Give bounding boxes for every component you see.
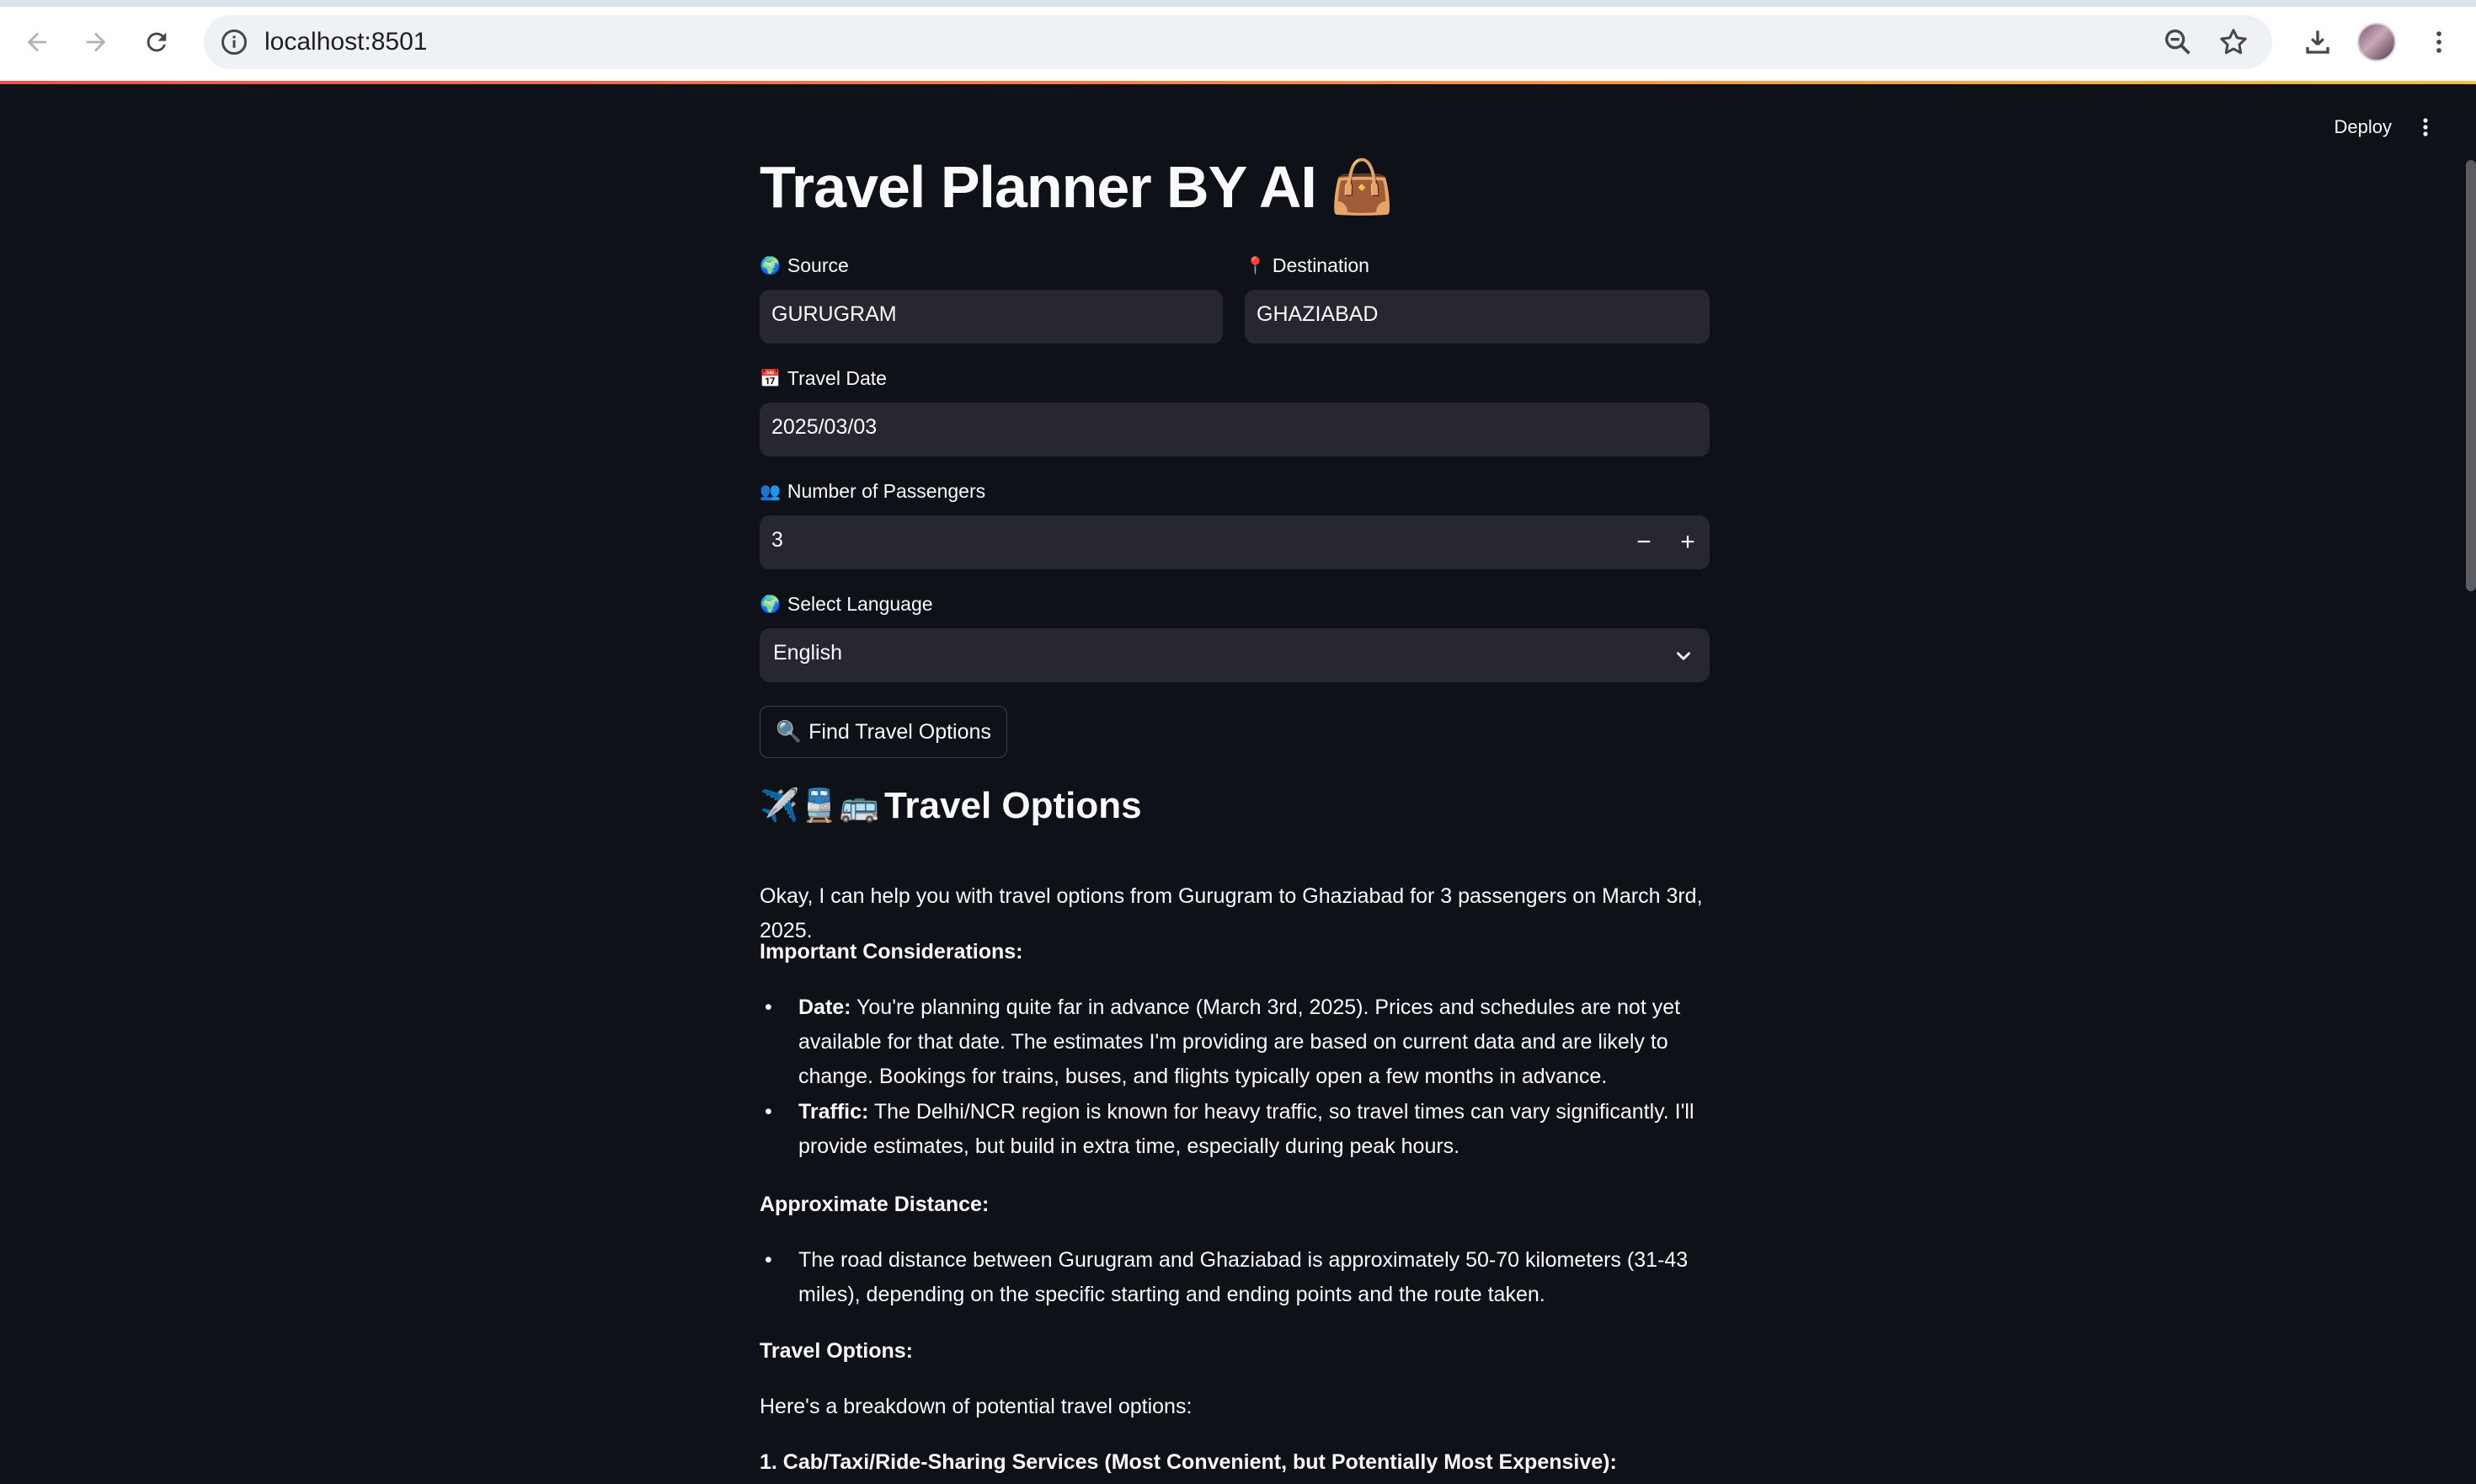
list-item: • Traffic: The Delhi/NCR region is known… [765, 1100, 1694, 1158]
travel-date-input[interactable]: 2025/03/03 [760, 403, 1710, 456]
source-label-text: Source [787, 254, 849, 276]
decrement-button[interactable]: − [1622, 515, 1666, 569]
list-item-text: You're planning quite far in advance (Ma… [798, 996, 1681, 1088]
people-icon: 👥 [760, 483, 781, 501]
results-heading: ✈️🚆🚌 Travel Options [760, 785, 1142, 827]
back-button[interactable] [13, 19, 61, 66]
reload-icon [147, 32, 167, 52]
travel-date-label-text: Travel Date [787, 367, 887, 389]
destination-label-text: Destination [1272, 254, 1369, 276]
language-selected-value[interactable]: English [773, 641, 842, 665]
chevron-down-icon[interactable] [1673, 645, 1694, 667]
tab-strip-edge [0, 0, 2476, 7]
destination-label: 📍 Destination [1245, 254, 1369, 277]
magnifier-icon: 🔍 [776, 719, 803, 744]
source-input[interactable]: GURUGRAM [760, 290, 1223, 344]
list-item-term: Date: [798, 996, 851, 1019]
page-title-text: Travel Planner BY AI [760, 154, 1317, 220]
download-icon [2306, 30, 2329, 54]
option-1-heading: 1. Cab/Taxi/Ride-Sharing Services (Most … [760, 1450, 1617, 1474]
address-bar[interactable]: localhost:8501 [204, 15, 2272, 69]
list-item-text: The Delhi/NCR region is known for heavy … [798, 1100, 1694, 1158]
handbag-icon: 👜 [1329, 157, 1395, 216]
calendar-icon: 📅 [760, 370, 781, 388]
considerations-heading: Important Considerations: [760, 940, 1023, 964]
browser-chrome: localhost:8501 [0, 0, 2476, 84]
language-select[interactable]: English [760, 628, 1710, 682]
options-intro: Here's a breakdown of potential travel o… [760, 1395, 1193, 1418]
list-item: • Date: You're planning quite far in adv… [765, 996, 1681, 1088]
travel-date-label: 📅 Travel Date [760, 367, 887, 390]
reload-button[interactable] [133, 19, 180, 66]
increment-button[interactable]: + [1666, 515, 1710, 569]
page-scrollbar[interactable] [2466, 160, 2476, 591]
travel-date-value[interactable]: 2025/03/03 [771, 415, 877, 440]
passengers-label-text: Number of Passengers [787, 480, 986, 502]
profile-button[interactable] [2353, 19, 2400, 66]
destination-value[interactable]: GHAZIABAD [1257, 302, 1378, 327]
globe-icon: 🌍 [760, 595, 781, 614]
plane-train-bus-icon: ✈️🚆🚌 [760, 788, 879, 824]
main-menu-icon[interactable] [2415, 115, 2436, 140]
downloads-button[interactable] [2294, 19, 2341, 66]
forward-button[interactable] [72, 19, 120, 66]
source-value[interactable]: GURUGRAM [771, 302, 897, 327]
page-title: Travel Planner BY AI 👜 [760, 153, 1395, 221]
deploy-button[interactable]: Deploy [2335, 116, 2392, 138]
bookmark-star-icon[interactable] [2217, 25, 2250, 59]
list-item-text: The road distance between Gurugram and G… [798, 1248, 1689, 1306]
list-item-term: Traffic: [798, 1100, 869, 1124]
language-label-text: Select Language [787, 593, 933, 615]
find-travel-options-button[interactable]: 🔍 Find Travel Options [760, 706, 1007, 758]
passengers-value[interactable]: 3 [771, 528, 783, 552]
browser-menu-button[interactable] [2415, 19, 2463, 66]
streamlit-app: Deploy Travel Planner BY AI 👜 🌍 Source G… [0, 84, 2476, 1484]
find-travel-options-label: Find Travel Options [808, 719, 991, 744]
distance-heading: Approximate Distance: [760, 1193, 990, 1216]
arrow-right-icon [86, 32, 106, 52]
list-item: • The road distance between Gurugram and… [765, 1248, 1689, 1306]
url-text[interactable]: localhost:8501 [264, 27, 427, 57]
globe-icon: 🌍 [760, 257, 781, 275]
arrow-left-icon [27, 32, 47, 52]
zoom-icon[interactable] [2161, 25, 2195, 59]
site-info-icon[interactable] [219, 27, 249, 57]
destination-input[interactable]: GHAZIABAD [1245, 290, 1710, 344]
pin-icon: 📍 [1245, 257, 1266, 275]
source-label: 🌍 Source [760, 254, 849, 277]
passengers-stepper[interactable]: 3 − + [760, 515, 1710, 569]
avatar [2357, 23, 2396, 61]
results-heading-text: Travel Options [883, 785, 1142, 826]
more-vertical-icon [2436, 31, 2441, 53]
options-heading: Travel Options: [760, 1339, 913, 1363]
language-label: 🌍 Select Language [760, 593, 933, 616]
passengers-label: 👥 Number of Passengers [760, 480, 985, 503]
